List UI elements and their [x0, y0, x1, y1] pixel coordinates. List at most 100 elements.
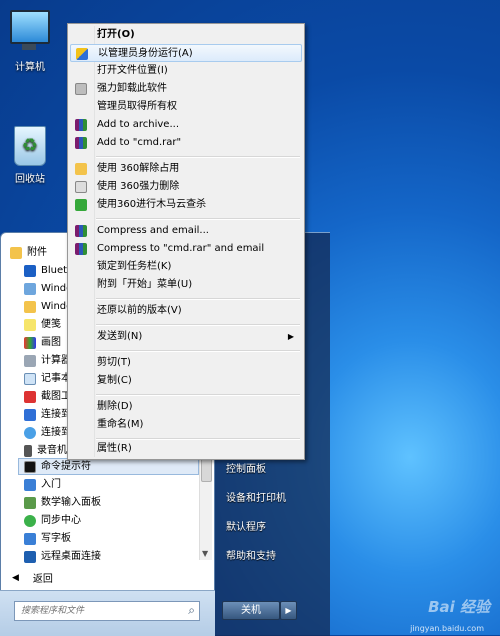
start-right-item-devices-printers[interactable]: 设备和打印机 [226, 489, 286, 504]
winrar-icon [75, 119, 87, 131]
shutdown-button[interactable]: 关机 [222, 601, 280, 620]
menu-item-copy[interactable]: 复制(C) [70, 372, 302, 390]
program-label: 命令提示符 [41, 461, 91, 472]
menu-item-pin-taskbar[interactable]: 锁定到任务栏(K) [70, 258, 302, 276]
start-right-item-control-panel[interactable]: 控制面板 [226, 460, 266, 475]
program-item-sound-recorder[interactable]: 录音机 [24, 442, 67, 459]
menu-item-restore-previous-versions[interactable]: 还原以前的版本(V) [70, 302, 302, 320]
menu-item-360-force-delete[interactable]: 使用 360强力删除 [70, 178, 302, 196]
back-button[interactable]: ◀ 返回 [12, 570, 53, 586]
program-item-notepad[interactable]: 记事本 [24, 370, 71, 387]
search-icon[interactable]: ⌕ [188, 603, 195, 618]
baidu-watermark-url: jingyan.baidu.com [410, 624, 484, 633]
sticky-note-icon [24, 318, 36, 331]
program-item-snipping-tool[interactable]: 截图工 [24, 388, 71, 405]
search-box[interactable]: ⌕ [14, 601, 200, 621]
start-right-item-help-support[interactable]: 帮助和支持 [226, 547, 276, 562]
back-label: 返回 [32, 574, 53, 585]
desktop-icon-label: 回收站 [15, 174, 45, 185]
desktop-icon-label: 计算机 [15, 62, 45, 73]
program-label: 写字板 [41, 533, 71, 544]
program-item-sticky-notes[interactable]: 便笺 [24, 316, 61, 333]
program-label: 画图 [41, 337, 61, 348]
menu-item-label: 打开(O) [97, 29, 135, 40]
menu-item-label: 发送到(N) [97, 331, 143, 342]
start-search-area: ⌕ [0, 590, 215, 636]
cmd-icon [24, 460, 36, 473]
menu-item-label: 以管理员身份运行(A) [98, 48, 193, 59]
wordpad-icon [24, 532, 36, 545]
shield-icon [76, 48, 88, 60]
desktop-icon-recycle-bin[interactable]: ♻ 回收站 [0, 126, 60, 185]
menu-item-label: 还原以前的版本(V) [97, 305, 182, 316]
program-item-connect-network[interactable]: 连接到 [24, 424, 71, 441]
program-item-wordpad[interactable]: 写字板 [24, 530, 71, 547]
program-item-accessories[interactable]: 附件 [10, 244, 47, 261]
program-label: 远程桌面连接 [41, 551, 101, 562]
menu-item-properties[interactable]: 属性(R) [70, 440, 302, 458]
program-item-math-input[interactable]: 数学输入面板 [24, 494, 101, 511]
menu-item-rename[interactable]: 重命名(M) [70, 416, 302, 434]
menu-item-label: Compress to "cmd.rar" and email [97, 243, 265, 254]
submenu-arrow-icon: ▶ [287, 332, 294, 341]
menu-item-label: Add to archive... [97, 119, 179, 130]
notepad-icon [24, 372, 36, 385]
menu-separator [96, 298, 300, 300]
menu-item-open[interactable]: 打开(O) [70, 26, 302, 44]
menu-item-label: 属性(R) [97, 443, 132, 454]
printer-icon [75, 181, 87, 193]
program-label: 附件 [27, 247, 47, 258]
menu-item-label: 打开文件位置(I) [97, 65, 168, 76]
menu-item-label: 锁定到任务栏(K) [97, 261, 172, 272]
program-item-remote-desktop[interactable]: 远程桌面连接 [24, 548, 101, 565]
menu-item-add-to-cmd-rar[interactable]: Add to "cmd.rar" [70, 134, 302, 152]
program-item-connect-projector[interactable]: 连接到 [24, 406, 71, 423]
menu-item-force-uninstall[interactable]: 强力卸载此软件 [70, 80, 302, 98]
program-label: 同步中心 [41, 515, 81, 526]
menu-separator [96, 218, 300, 220]
snipping-icon [24, 390, 36, 403]
menu-item-cut[interactable]: 剪切(T) [70, 354, 302, 372]
microphone-icon [24, 444, 32, 457]
menu-item-add-to-archive[interactable]: Add to archive... [70, 116, 302, 134]
menu-item-compress-email[interactable]: Compress and email... [70, 222, 302, 240]
program-label: 入门 [41, 479, 61, 490]
program-item-bluetooth[interactable]: Blueto [24, 262, 73, 279]
remote-desktop-icon [24, 550, 36, 563]
program-label: 便笺 [41, 319, 61, 330]
start-right-item-default-programs[interactable]: 默认程序 [226, 518, 266, 533]
menu-item-open-file-location[interactable]: 打开文件位置(I) [70, 62, 302, 80]
menu-item-delete[interactable]: 删除(D) [70, 398, 302, 416]
sync-icon [24, 514, 36, 527]
menu-item-label: 使用 360强力删除 [97, 181, 180, 192]
program-item-sync-center[interactable]: 同步中心 [24, 512, 81, 529]
menu-item-compress-cmd-rar-email[interactable]: Compress to "cmd.rar" and email [70, 240, 302, 258]
search-input[interactable] [15, 602, 183, 620]
menu-item-360-trojan-scan[interactable]: 使用360进行木马云查杀 [70, 196, 302, 214]
scroll-down-arrow-icon[interactable]: ▼ [202, 549, 208, 558]
baidu-watermark-logo: Bai 经验 [428, 598, 490, 616]
menu-item-pin-start-menu[interactable]: 附到「开始」菜单(U) [70, 276, 302, 294]
window-icon [24, 282, 36, 295]
desktop-icon-computer[interactable]: 计算机 [0, 10, 60, 73]
menu-item-take-ownership[interactable]: 管理员取得所有权 [70, 98, 302, 116]
program-item-calculator[interactable]: 计算器 [24, 352, 71, 369]
program-label: 录音机 [37, 445, 67, 456]
program-label: 数学输入面板 [41, 497, 101, 508]
program-item-windows-1[interactable]: Windo [24, 280, 72, 297]
menu-item-label: Compress and email... [97, 225, 209, 236]
program-item-windows-2[interactable]: Windo [24, 298, 72, 315]
menu-separator [96, 324, 300, 326]
menu-item-label: 重命名(M) [97, 419, 144, 430]
chevron-right-icon: ▶ [285, 606, 292, 615]
menu-item-send-to[interactable]: 发送到(N) ▶ [70, 328, 302, 346]
menu-item-label: 使用360进行木马云查杀 [97, 199, 207, 210]
program-item-paint[interactable]: 画图 [24, 334, 61, 351]
menu-item-360-unlock[interactable]: 使用 360解除占用 [70, 160, 302, 178]
program-item-command-prompt[interactable]: 命令提示符 [18, 458, 199, 475]
menu-item-label: 使用 360解除占用 [97, 163, 180, 174]
shutdown-options-button[interactable]: ▶ [280, 601, 297, 620]
menu-item-run-as-admin[interactable]: 以管理员身份运行(A) [70, 44, 302, 62]
program-item-getting-started[interactable]: 入门 [24, 476, 61, 493]
menu-item-label: Add to "cmd.rar" [97, 137, 182, 148]
